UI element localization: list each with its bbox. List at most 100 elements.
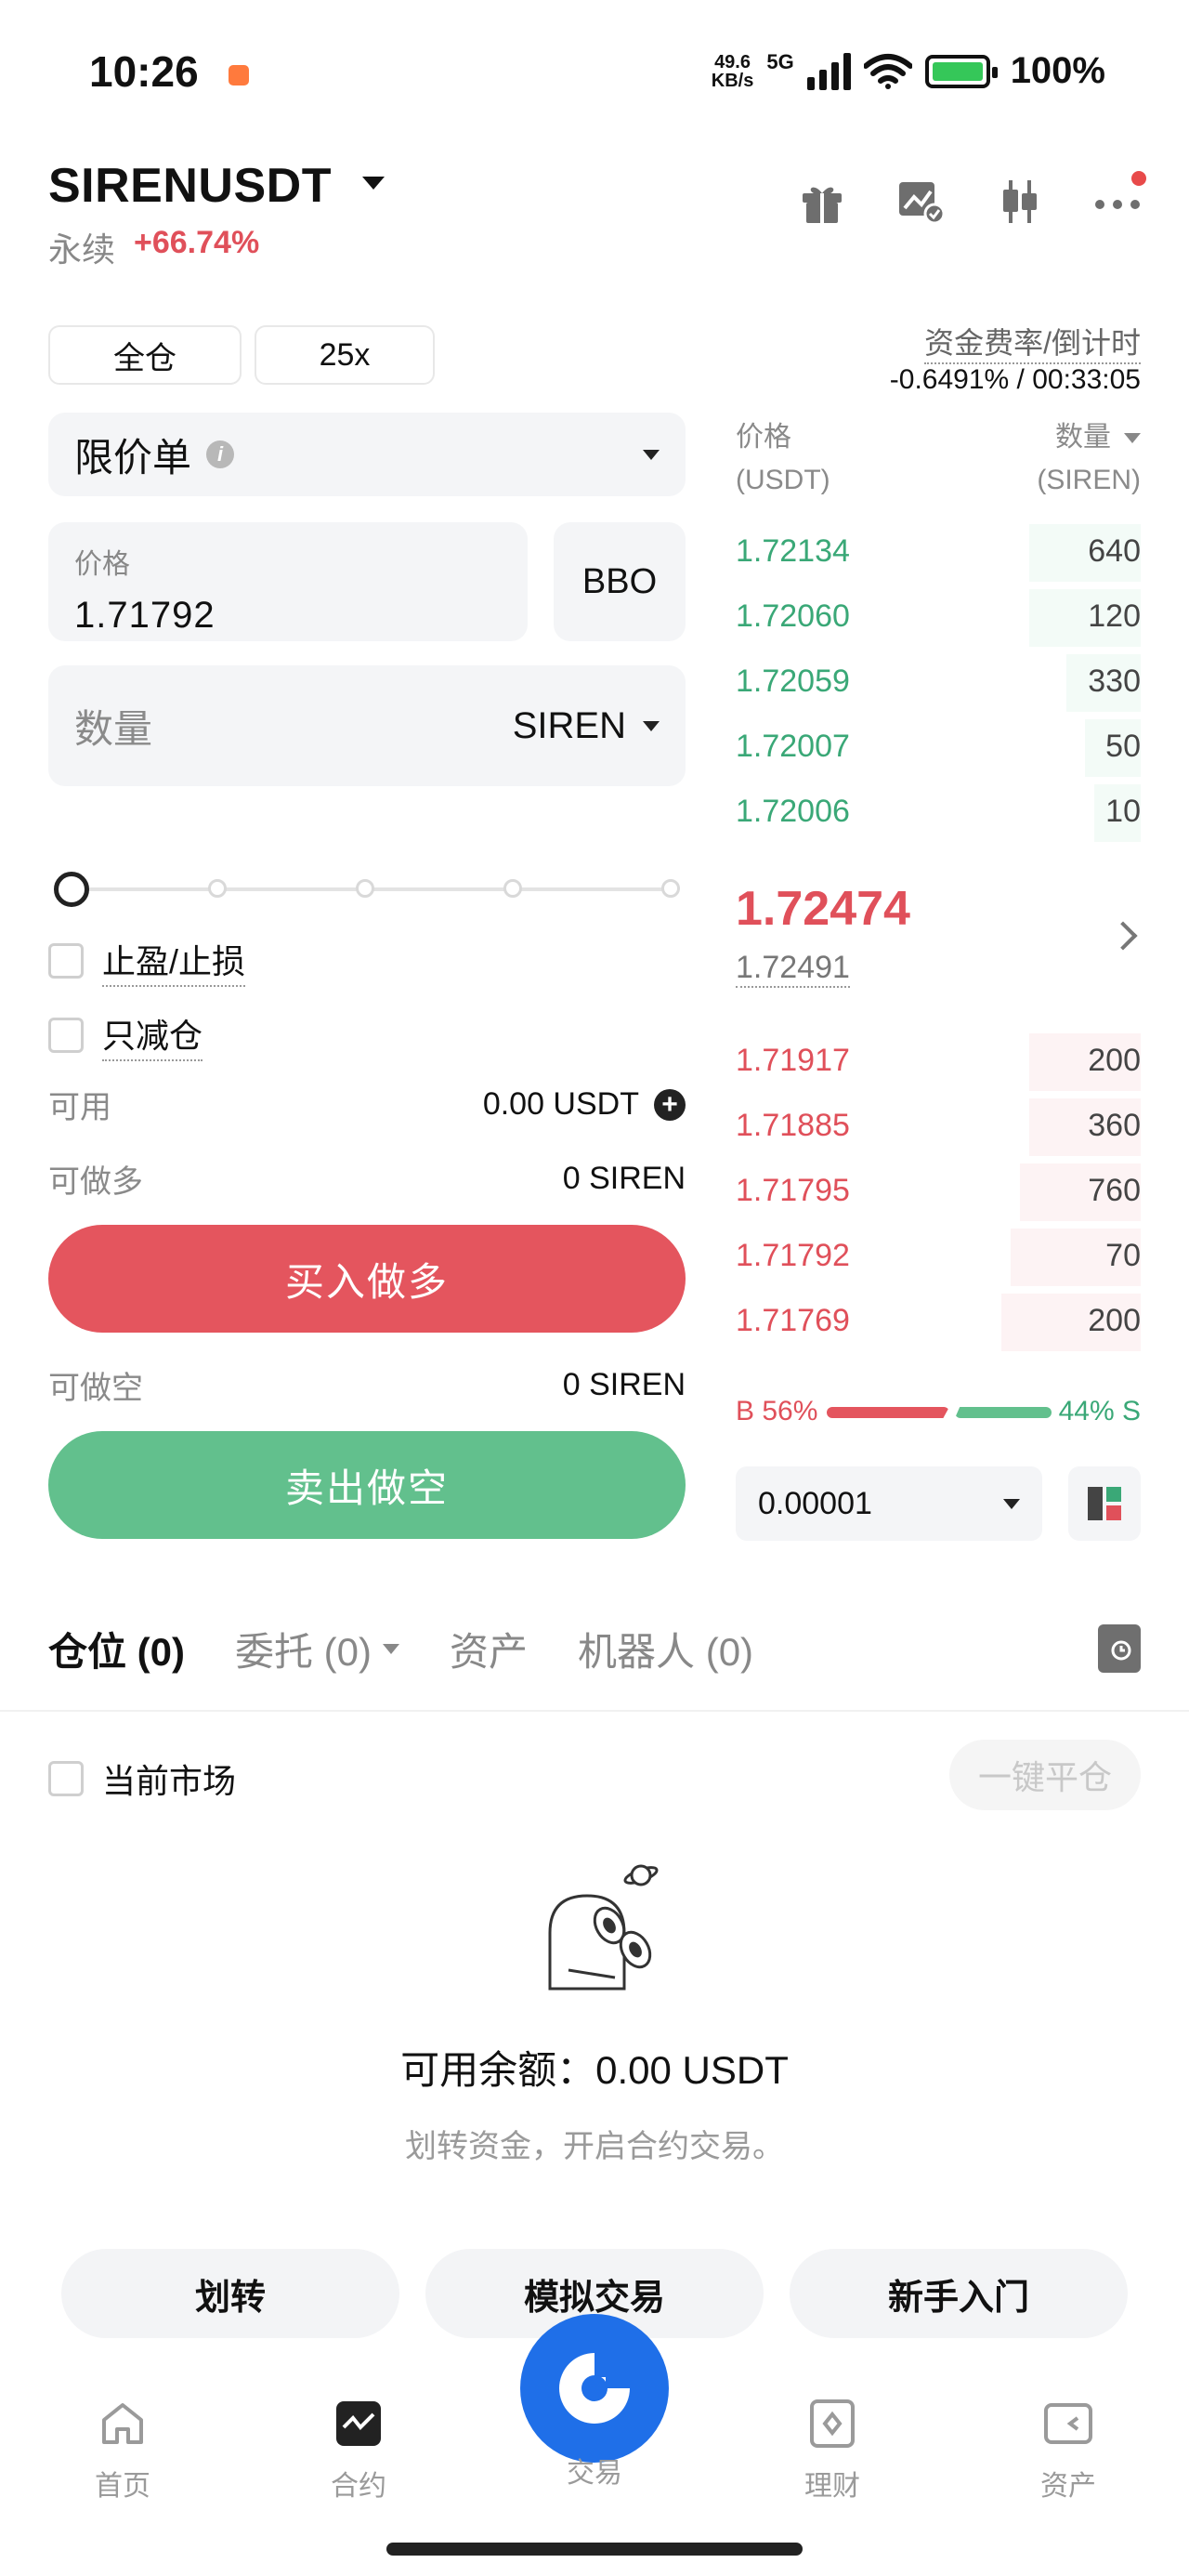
gift-icon[interactable] — [797, 177, 847, 227]
tpsl-label[interactable]: 止盈/止损 — [102, 935, 246, 987]
order-type-label: 限价单 — [74, 435, 192, 480]
status-time: 10:26 — [89, 47, 199, 96]
info-icon[interactable]: i — [206, 440, 235, 468]
tab-bots[interactable]: 机器人 (0) — [578, 1621, 753, 1677]
wifi-icon — [863, 53, 912, 89]
home-icon — [102, 2403, 143, 2444]
nav-assets[interactable]: 资产 — [1003, 2398, 1133, 2504]
ask-row[interactable]: 1.72007 50 — [736, 716, 1141, 781]
tpsl-checkbox-row[interactable]: 止盈/止损 — [48, 935, 246, 987]
ask-price: 1.72060 — [736, 598, 850, 634]
tab-orders[interactable]: 委托 (0) — [235, 1621, 400, 1677]
slider-step-25[interactable] — [208, 879, 227, 898]
quantity-slider-thumb[interactable] — [54, 872, 89, 907]
ask-qty: 120 — [1088, 598, 1141, 634]
price-input[interactable]: 价格 1.71792 — [48, 522, 528, 641]
nav-trade-label: 交易 — [567, 2458, 622, 2489]
orderbook-price-header-label: 价格 — [736, 422, 791, 453]
ask-row[interactable]: 1.72059 330 — [736, 651, 1141, 716]
more-icon[interactable] — [1092, 171, 1146, 227]
reduce-only-checkbox-row[interactable]: 只减仓 — [48, 1009, 203, 1061]
last-price[interactable]: 1.72474 — [736, 881, 910, 937]
nav-trade-label-wrap: 交易 — [529, 2450, 660, 2491]
ask-qty: 10 — [1105, 794, 1141, 829]
tab-positions[interactable]: 仓位 (0) — [48, 1621, 185, 1677]
ask-price: 1.72059 — [736, 664, 850, 699]
nav-earn[interactable]: 理财 — [767, 2398, 897, 2504]
ask-price: 1.72134 — [736, 533, 850, 569]
candlestick-icon[interactable] — [994, 177, 1044, 227]
leverage-button[interactable]: 25x — [255, 325, 435, 385]
margin-mode-button[interactable]: 全仓 — [48, 325, 242, 385]
nav-home[interactable]: 首页 — [58, 2398, 188, 2504]
notification-dot-icon — [1131, 171, 1146, 186]
bid-qty: 70 — [1105, 1238, 1141, 1273]
ask-row[interactable]: 1.72006 10 — [736, 781, 1141, 846]
bid-row[interactable]: 1.71769 200 — [736, 1290, 1141, 1355]
sell-short-button[interactable]: 卖出做空 — [48, 1431, 686, 1539]
ask-row[interactable]: 1.72134 640 — [736, 520, 1141, 585]
bid-qty: 360 — [1088, 1108, 1141, 1143]
bid-row[interactable]: 1.71792 70 — [736, 1225, 1141, 1290]
order-type-select[interactable]: 限价单 i — [48, 413, 686, 496]
header-actions — [797, 171, 1146, 227]
chart-check-icon[interactable] — [895, 177, 946, 227]
funding-rate-label[interactable]: 资金费率/倒计时 — [924, 320, 1141, 364]
tick-size-select[interactable]: 0.00001 — [736, 1466, 1042, 1541]
chevron-down-icon — [1124, 432, 1141, 443]
reduce-only-checkbox[interactable] — [48, 1018, 84, 1053]
max-long-row: 可做多 0 SIREN — [48, 1156, 686, 1202]
network-speed: 49.6 KB/s — [712, 53, 754, 90]
home-indicator — [386, 2543, 803, 2556]
bid-row[interactable]: 1.71917 200 — [736, 1030, 1141, 1095]
nav-futures[interactable]: 合约 — [294, 2398, 424, 2504]
tab-bots-label: 机器人 (0) — [578, 1630, 754, 1674]
current-market-checkbox[interactable] — [48, 1761, 84, 1796]
slider-step-50[interactable] — [356, 879, 374, 898]
index-price[interactable]: 1.72491 — [736, 950, 850, 988]
ask-row[interactable]: 1.72060 120 — [736, 585, 1141, 651]
orderbook-qty-header[interactable]: 数量 (SIREN) — [1037, 416, 1141, 502]
max-long-label: 可做多 — [48, 1164, 143, 1200]
orderbook-price-header-unit: (USDT) — [736, 465, 830, 495]
slider-step-75[interactable] — [503, 879, 522, 898]
sell-ratio-bar — [955, 1407, 1052, 1418]
beginner-guide-button[interactable]: 新手入门 — [790, 2249, 1128, 2338]
slider-step-100[interactable] — [661, 879, 680, 898]
positions-tabs: 仓位 (0) 委托 (0) 资产 机器人 (0) — [48, 1621, 753, 1677]
bid-row[interactable]: 1.71885 360 — [736, 1095, 1141, 1160]
nav-trade-button[interactable] — [520, 2314, 669, 2463]
ask-qty: 640 — [1088, 533, 1141, 569]
earn-icon — [810, 2399, 855, 2448]
futures-icon — [336, 2401, 381, 2446]
quantity-unit-select[interactable]: SIREN — [513, 705, 660, 747]
bbo-button[interactable]: BBO — [554, 522, 686, 641]
history-icon[interactable] — [1098, 1624, 1141, 1673]
chevron-down-icon — [643, 449, 660, 460]
current-market-checkbox-row[interactable]: 当前市场 — [48, 1755, 236, 1803]
close-all-button[interactable]: 一键平仓 — [949, 1740, 1141, 1810]
quantity-input[interactable]: 数量 SIREN — [48, 665, 686, 786]
contract-type: 永续 — [48, 230, 116, 269]
max-short-row: 可做空 0 SIREN — [48, 1362, 686, 1408]
available-label: 可用 — [48, 1090, 111, 1125]
bid-row[interactable]: 1.71795 760 — [736, 1160, 1141, 1225]
symbol-dropdown-caret-icon[interactable] — [362, 177, 385, 190]
tab-positions-label: 仓位 (0) — [48, 1630, 186, 1674]
nav-futures-label: 合约 — [331, 2471, 386, 2502]
trade-logo-icon — [559, 2353, 630, 2424]
price-input-value[interactable]: 1.71792 — [74, 595, 502, 637]
current-market-label: 当前市场 — [102, 1762, 237, 1800]
reduce-only-label[interactable]: 只减仓 — [102, 1009, 203, 1061]
transfer-button[interactable]: 划转 — [61, 2249, 399, 2338]
empty-state-binoculars-icon — [548, 1864, 659, 1991]
buy-ratio-bar — [827, 1407, 949, 1418]
tpsl-checkbox[interactable] — [48, 943, 84, 979]
tab-assets[interactable]: 资产 — [450, 1621, 528, 1677]
chevron-down-icon — [383, 1644, 400, 1654]
orderbook-layout-button[interactable] — [1068, 1466, 1141, 1541]
buy-long-button[interactable]: 买入做多 — [48, 1225, 686, 1333]
add-funds-icon[interactable]: + — [654, 1088, 686, 1121]
symbol-title[interactable]: SIRENUSDT — [48, 158, 332, 214]
chevron-right-icon[interactable] — [1108, 921, 1138, 951]
